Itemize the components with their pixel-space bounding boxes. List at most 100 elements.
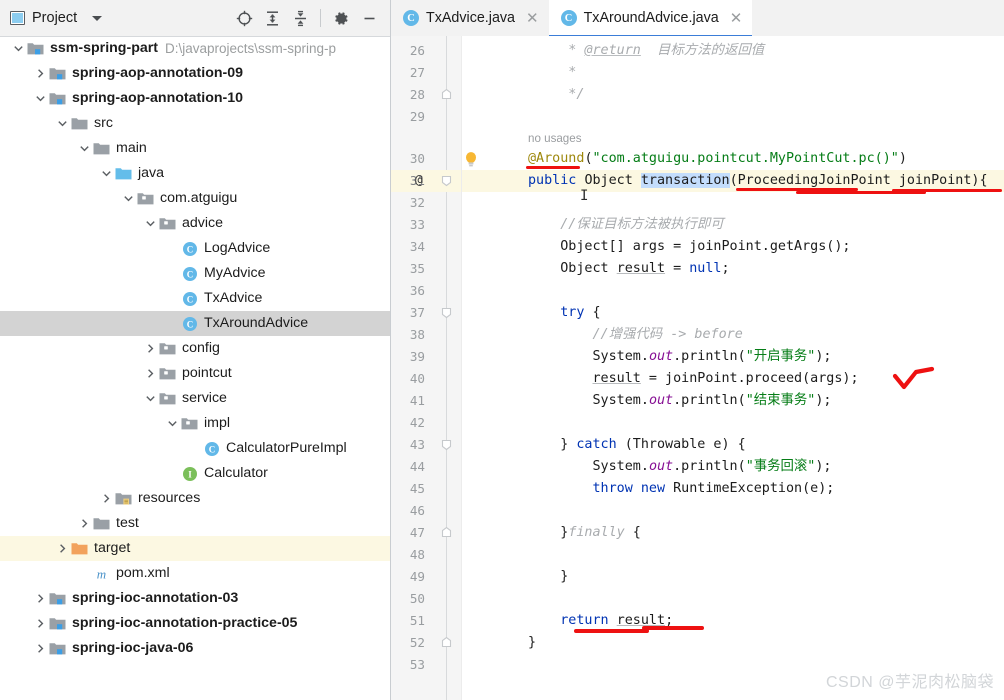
hide-minimize-icon[interactable]	[356, 5, 382, 31]
tree-expand-arrow-down-icon[interactable]	[54, 111, 70, 136]
fold-handle-icon[interactable]	[440, 636, 453, 649]
line-number-gutter[interactable]: 26 27 28 29 30 31 32 33 34 35 36 37 38 39 40 41 42 43 44 45…	[391, 36, 433, 700]
tree-expand-arrow-right-icon[interactable]	[98, 486, 114, 511]
tree-expand-arrow-down-icon[interactable]	[10, 36, 26, 61]
tree-node-label: java	[138, 165, 165, 181]
fold-handle-icon[interactable]	[440, 306, 453, 319]
tree-expand-arrow-right-icon[interactable]	[142, 336, 158, 361]
code-token: result	[592, 371, 641, 386]
close-icon[interactable]: ✕	[526, 11, 539, 26]
fold-handle-icon[interactable]	[440, 174, 453, 187]
tree-node-java[interactable]: java	[0, 161, 390, 186]
code-line-38: //增强代码 -> before	[528, 324, 742, 346]
tree-node-ssm-spring-part[interactable]: ssm-spring-part D:\javaprojects\ssm-sprin…	[0, 36, 390, 61]
tree-node-impl[interactable]: impl	[0, 411, 390, 436]
tree-node-txadvice[interactable]: C TxAdvice	[0, 286, 390, 311]
settings-gear-icon[interactable]	[328, 5, 354, 31]
code-token: (Throwable e) {	[616, 437, 746, 452]
fold-handle-icon[interactable]	[440, 438, 453, 451]
tree-node-spring-aop-annotation-10[interactable]: spring-aop-annotation-10	[0, 86, 390, 111]
project-title-button[interactable]: Project	[6, 10, 103, 26]
line-number-45: 45	[409, 481, 425, 496]
code-line-49: }	[528, 566, 568, 588]
tree-node-resources[interactable]: resources	[0, 486, 390, 511]
tree-node-spring-ioc-annotation-practice-05[interactable]: spring-ioc-annotation-practice-05	[0, 611, 390, 636]
code-token: )	[898, 151, 907, 166]
tree-node-spring-aop-annotation-09[interactable]: spring-aop-annotation-09	[0, 61, 390, 86]
code-token: */	[528, 87, 585, 102]
code-line-27: *	[528, 62, 576, 84]
locate-file-icon[interactable]	[231, 5, 257, 31]
tree-node-label: main	[116, 140, 147, 156]
tree-node-label: com.atguigu	[160, 190, 238, 206]
tree-expand-arrow-down-icon[interactable]	[120, 186, 136, 211]
code-token: .println(	[673, 349, 746, 364]
code-token: .println(	[673, 393, 746, 408]
tree-expand-arrow-down-icon[interactable]	[76, 136, 92, 161]
code-token: );	[815, 349, 832, 364]
tree-expand-arrow-down-icon[interactable]	[142, 211, 158, 236]
tree-node-calculatorpureimpl[interactable]: C CalculatorPureImpl	[0, 436, 390, 461]
tree-expand-arrow-right-icon[interactable]	[32, 636, 48, 661]
java-interface-icon: I	[180, 461, 199, 486]
tree-node-pointcut[interactable]: pointcut	[0, 361, 390, 386]
code-token: //保证目标方法被执行即可	[528, 217, 724, 232]
tree-expand-arrow-down-icon[interactable]	[98, 161, 114, 186]
tree-node-calculator[interactable]: I Calculator	[0, 461, 390, 486]
tree-node-com-atguigu[interactable]: com.atguigu	[0, 186, 390, 211]
code-text-area[interactable]: no usages * @return 目标方法的返回值 * */ @Around…	[462, 36, 1004, 700]
fold-handle-icon[interactable]	[440, 526, 453, 539]
chevron-down-icon[interactable]	[92, 15, 103, 21]
code-token: try	[560, 305, 585, 320]
tree-node-myadvice[interactable]: C MyAdvice	[0, 261, 390, 286]
gutter-override-marker[interactable]: @	[415, 170, 423, 192]
tree-node-service[interactable]: service	[0, 386, 390, 411]
project-panel-title: Project	[32, 10, 78, 26]
code-token: );	[815, 459, 832, 474]
code-line-33: //保证目标方法被执行即可	[528, 214, 724, 236]
tree-expand-arrow-right-icon[interactable]	[142, 361, 158, 386]
tree-expand-arrow-right-icon[interactable]	[54, 536, 70, 561]
line-number-38: 38	[409, 327, 425, 342]
tree-node-logadvice[interactable]: C LogAdvice	[0, 236, 390, 261]
tree-node-spring-ioc-annotation-03[interactable]: spring-ioc-annotation-03	[0, 586, 390, 611]
editor-body: 26 27 28 29 30 31 32 33 34 35 36 37 38 39 40 41 42 43 44 45…	[391, 36, 1004, 700]
tree-node-label: test	[116, 515, 139, 531]
expand-all-icon[interactable]	[259, 5, 285, 31]
tree-expand-arrow-right-icon[interactable]	[32, 61, 48, 86]
code-token: return	[560, 613, 617, 628]
tree-node-label: spring-aop-annotation-10	[72, 90, 244, 106]
close-icon[interactable]: ✕	[730, 11, 743, 26]
code-token: }	[528, 635, 537, 650]
code-token: null	[689, 261, 722, 276]
java-class-icon: C	[180, 261, 199, 286]
tree-expand-arrow-right-icon[interactable]	[76, 511, 92, 536]
folding-gutter[interactable]	[433, 36, 462, 700]
tree-expand-arrow-right-icon[interactable]	[32, 586, 48, 611]
editor-tab-txadvice-java[interactable]: C TxAdvice.java ✕	[391, 0, 549, 36]
tree-node-pom-xml[interactable]: m pom.xml	[0, 561, 390, 586]
tree-node-advice[interactable]: advice	[0, 211, 390, 236]
collapse-all-icon[interactable]	[287, 5, 313, 31]
ide-window: Project ssm-spring-part D:\javaprojects\…	[0, 0, 1004, 700]
editor-tab-txaroundadvice-java[interactable]: C TxAroundAdvice.java ✕	[548, 0, 753, 37]
tree-expand-arrow-down-icon[interactable]	[32, 86, 48, 111]
tree-node-test[interactable]: test	[0, 511, 390, 536]
tree-node-txaroundadvice[interactable]: C TxAroundAdvice	[0, 311, 390, 336]
svg-text:C: C	[186, 244, 193, 254]
tree-node-target[interactable]: target	[0, 536, 390, 561]
intention-bulb-icon[interactable]	[464, 151, 478, 168]
project-tree[interactable]: ssm-spring-part D:\javaprojects\ssm-sprin…	[0, 36, 390, 700]
code-line-35: Object result = null;	[528, 258, 729, 280]
tree-expand-arrow-down-icon[interactable]	[164, 411, 180, 436]
fold-handle-icon[interactable]	[440, 88, 453, 101]
tree-node-main[interactable]: main	[0, 136, 390, 161]
tree-expand-arrow-right-icon[interactable]	[32, 611, 48, 636]
tree-node-src[interactable]: src	[0, 111, 390, 136]
tree-node-config[interactable]: config	[0, 336, 390, 361]
tree-node-label: spring-ioc-java-06	[72, 640, 194, 656]
tree-node-spring-ioc-java-06[interactable]: spring-ioc-java-06	[0, 636, 390, 661]
tree-expand-arrow-down-icon[interactable]	[142, 386, 158, 411]
